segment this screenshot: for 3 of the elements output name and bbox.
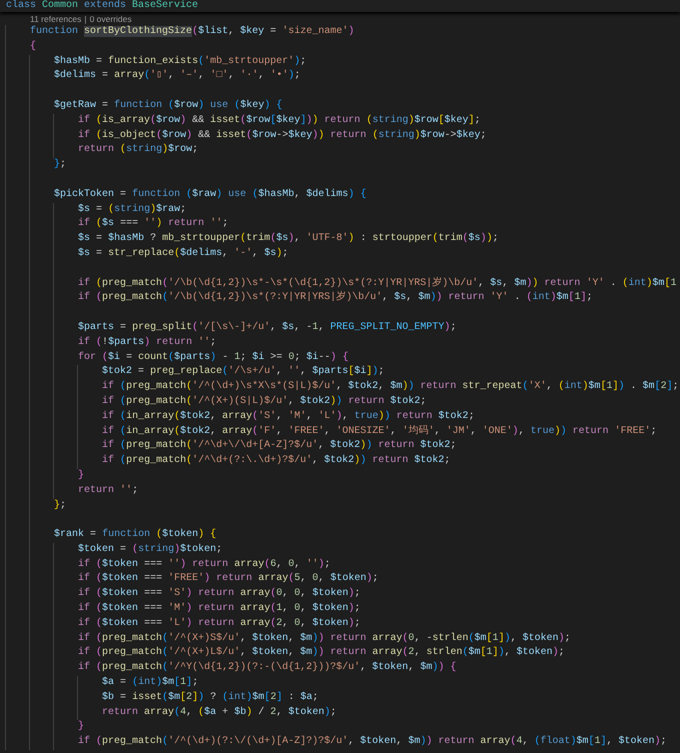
codelens-separator: |	[84, 14, 87, 24]
references-link[interactable]: 11 references	[30, 14, 82, 24]
overrides-link[interactable]: 0 overrides	[90, 14, 132, 24]
